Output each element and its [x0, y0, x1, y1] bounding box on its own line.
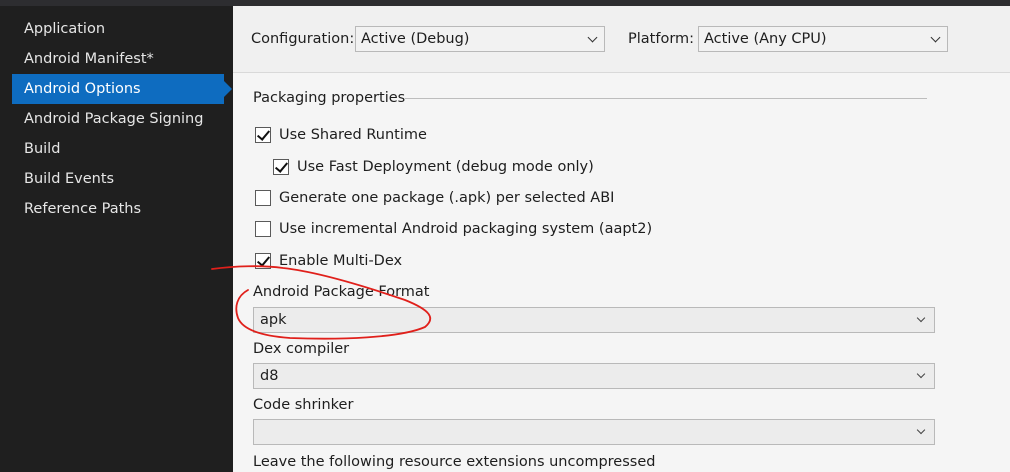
platform-value: Active (Any CPU) — [704, 31, 827, 47]
checkbox-checked[interactable] — [273, 159, 289, 175]
sidebar-nav: Application Android Manifest* Android Op… — [0, 0, 233, 472]
sidebar-item-android-package-signing[interactable]: Android Package Signing — [12, 104, 224, 134]
option-label: Enable Multi-Dex — [279, 253, 403, 269]
dex-compiler-value: d8 — [260, 368, 279, 384]
checkbox-unchecked[interactable] — [255, 221, 271, 237]
checkbox-checked[interactable] — [255, 127, 271, 143]
option-use-fast-deployment[interactable]: Use Fast Deployment (debug mode only) — [273, 157, 594, 177]
chevron-down-icon — [916, 313, 926, 323]
platform-select[interactable]: Active (Any CPU) — [698, 26, 948, 52]
code-shrinker-select[interactable] — [253, 419, 935, 445]
option-label: Generate one package (.apk) per selected… — [279, 190, 615, 206]
option-incremental-aapt2[interactable]: Use incremental Android packaging system… — [255, 219, 652, 239]
sidebar-item-android-manifest[interactable]: Android Manifest* — [12, 44, 224, 74]
sidebar-top-strip — [0, 0, 233, 6]
sidebar-item-build-events[interactable]: Build Events — [12, 164, 224, 194]
uncompressed-extensions-label: Leave the following resource extensions … — [253, 454, 656, 470]
section-title: Packaging properties — [253, 90, 406, 106]
option-use-shared-runtime[interactable]: Use Shared Runtime — [255, 125, 427, 145]
checkbox-checked[interactable] — [255, 253, 271, 269]
configuration-select[interactable]: Active (Debug) — [355, 26, 605, 52]
option-label: Use incremental Android packaging system… — [279, 221, 653, 237]
dex-compiler-label: Dex compiler — [253, 341, 350, 357]
chevron-down-icon — [930, 32, 941, 43]
sidebar-item-application[interactable]: Application — [12, 14, 224, 44]
chevron-down-icon — [916, 369, 926, 379]
package-format-value: apk — [260, 312, 287, 328]
option-label: Use Fast Deployment (debug mode only) — [297, 159, 594, 175]
configuration-toolbar: Configuration: Active (Debug) Platform: … — [233, 6, 1010, 73]
section-divider — [405, 98, 927, 99]
package-format-label: Android Package Format — [253, 284, 430, 300]
checkbox-unchecked[interactable] — [255, 190, 271, 206]
chevron-down-icon — [916, 425, 926, 435]
sidebar-item-android-options[interactable]: Android Options — [12, 74, 232, 104]
sidebar-item-reference-paths[interactable]: Reference Paths — [12, 194, 224, 224]
platform-label: Platform: — [628, 31, 695, 47]
configuration-label: Configuration: — [251, 31, 355, 47]
dex-compiler-select[interactable]: d8 — [253, 363, 935, 389]
option-generate-per-abi[interactable]: Generate one package (.apk) per selected… — [255, 188, 614, 208]
code-shrinker-label: Code shrinker — [253, 397, 354, 413]
option-enable-multidex[interactable]: Enable Multi-Dex — [255, 251, 402, 271]
chevron-down-icon — [587, 32, 598, 43]
sidebar-item-build[interactable]: Build — [12, 134, 224, 164]
option-label: Use Shared Runtime — [279, 127, 427, 143]
package-format-select[interactable]: apk — [253, 307, 935, 333]
configuration-value: Active (Debug) — [361, 31, 470, 47]
android-options-panel: Packaging properties Use Shared Runtime … — [233, 73, 1010, 472]
